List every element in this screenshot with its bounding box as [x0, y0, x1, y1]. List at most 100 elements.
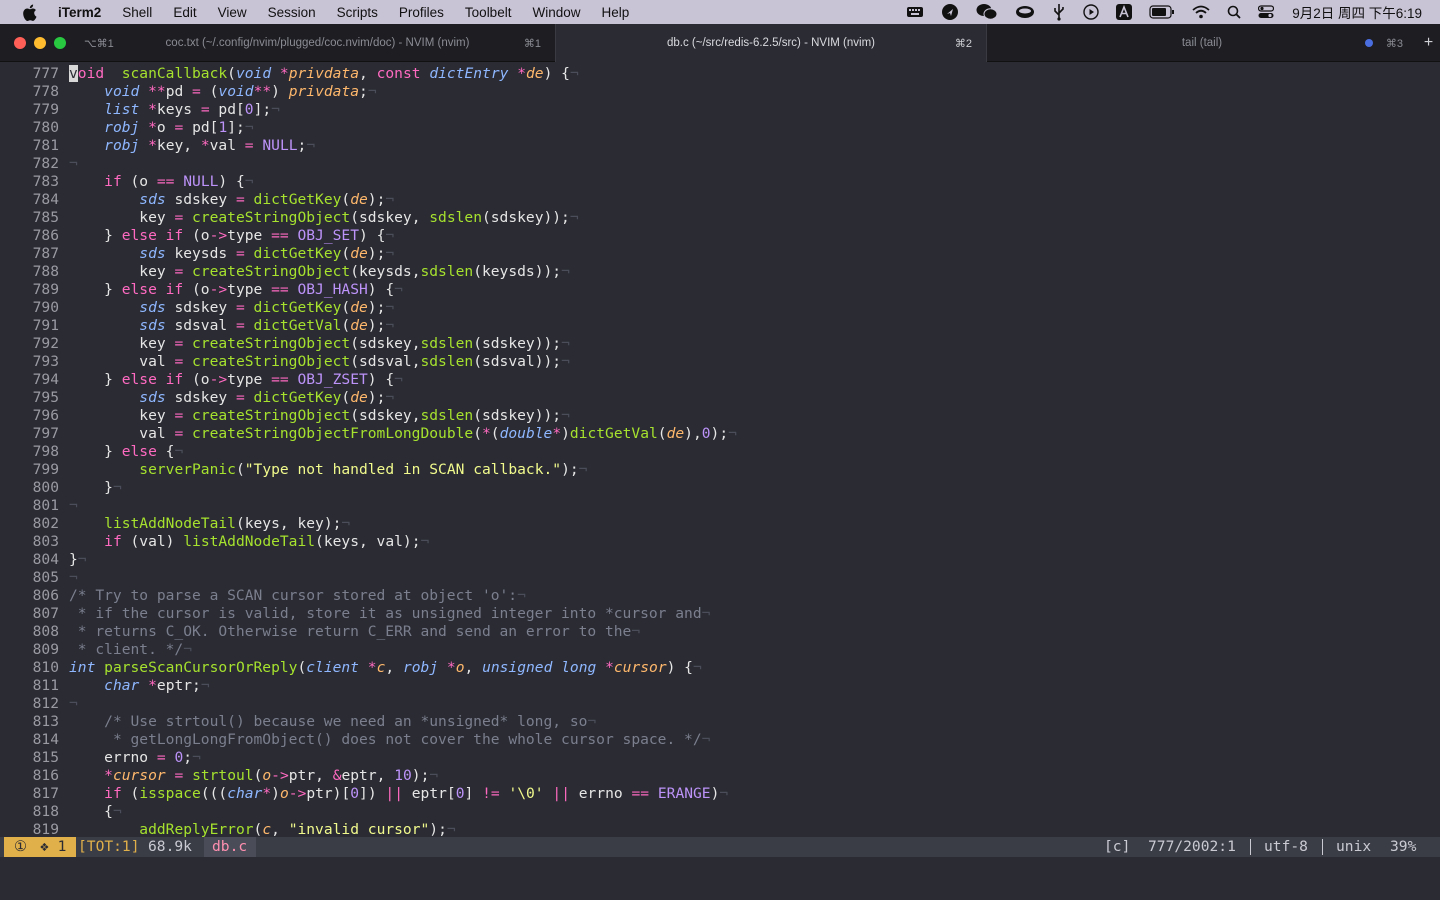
line-number: 782	[32, 155, 59, 172]
code-line[interactable]: 814 * getLongLongFromObject() does not c…	[0, 731, 1440, 749]
code-line[interactable]: 784 sds sdskey = dictGetKey(de);¬	[0, 191, 1440, 209]
code-line[interactable]: 786 } else if (o->type == OBJ_SET) {¬	[0, 227, 1440, 245]
menu-edit[interactable]: Edit	[173, 5, 196, 20]
code-line[interactable]: 794 } else if (o->type == OBJ_ZSET) {¬	[0, 371, 1440, 389]
eol-marker: ¬	[69, 695, 78, 712]
code-line[interactable]: 812 ¬	[0, 695, 1440, 713]
code-line[interactable]: 802 listAddNodeTail(keys, key);¬	[0, 515, 1440, 533]
code-line[interactable]: 796 key = createStringObject(sdskey,sdsl…	[0, 407, 1440, 425]
line-number: 795	[32, 389, 59, 406]
code-line[interactable]: 799 serverPanic("Type not handled in SCA…	[0, 461, 1440, 479]
code-line[interactable]: 782 ¬	[0, 155, 1440, 173]
code-line[interactable]: 788 key = createStringObject(keysds,sdsl…	[0, 263, 1440, 281]
code-line[interactable]: 800 }¬	[0, 479, 1440, 497]
code-line[interactable]: 793 val = createStringObject(sdsval,sdsl…	[0, 353, 1440, 371]
line-number: 816	[32, 767, 59, 784]
close-window-button[interactable]	[14, 37, 26, 49]
play-icon[interactable]	[1083, 4, 1099, 20]
menu-profiles[interactable]: Profiles	[399, 5, 444, 20]
code-line[interactable]: 804}¬	[0, 551, 1440, 569]
code-line[interactable]: 777 void scanCallback(void *privdata, con…	[0, 65, 1440, 83]
code-line[interactable]: 811 char *eptr;¬	[0, 677, 1440, 695]
wifi-icon[interactable]	[1192, 5, 1210, 19]
code-line[interactable]: 789 } else if (o->type == OBJ_HASH) {¬	[0, 281, 1440, 299]
eol-marker: ¬	[728, 425, 737, 442]
new-tab-button[interactable]: +	[1417, 24, 1440, 62]
code-line[interactable]: 801 ¬	[0, 497, 1440, 515]
code-line[interactable]: 785 key = createStringObject(sdskey, sds…	[0, 209, 1440, 227]
line-code: addReplyError(c, "invalid cursor");¬	[139, 821, 456, 837]
code-line[interactable]: 817 if (isspace(((char*)o->ptr)[0]) || e…	[0, 785, 1440, 803]
code-line[interactable]: 795 sds sdskey = dictGetKey(de);¬	[0, 389, 1440, 407]
usb-icon[interactable]	[1052, 3, 1066, 21]
code-line[interactable]: 815 errno = 0;¬	[0, 749, 1440, 767]
line-code: errno = 0;¬	[69, 749, 201, 766]
menu-help[interactable]: Help	[601, 5, 629, 20]
code-line[interactable]: 781 robj *key, *val = NULL;¬	[0, 137, 1440, 155]
code-line[interactable]: 813 /* Use strtoul() because we need an …	[0, 713, 1440, 731]
line-code: } else if (o->type == OBJ_ZSET) {¬	[69, 371, 403, 388]
code-line[interactable]: 806 /* Try to parse a SCAN cursor stored …	[0, 587, 1440, 605]
line-number: 808	[32, 623, 59, 640]
tab-title: tail (tail)	[1181, 37, 1223, 49]
code-line[interactable]: 798 } else {¬	[0, 443, 1440, 461]
code-line[interactable]: 816 *cursor = strtoul(o->ptr, &eptr, 10)…	[0, 767, 1440, 785]
keyboard-icon[interactable]	[906, 5, 924, 19]
eol-marker: ¬	[200, 677, 210, 694]
code-line[interactable]: 792 key = createStringObject(sdskey,sdsl…	[0, 335, 1440, 353]
code-line[interactable]: 797 val = createStringObjectFromLongDoub…	[0, 425, 1440, 443]
cloud-icon[interactable]	[1015, 4, 1035, 20]
arrow-circle-icon[interactable]	[941, 3, 959, 21]
apple-icon[interactable]	[22, 4, 40, 21]
menu-shell[interactable]: Shell	[122, 5, 152, 20]
search-icon[interactable]	[1227, 5, 1241, 19]
menu-clock[interactable]: 9月2日 周四 下午6:19	[1292, 2, 1422, 22]
minimize-window-button[interactable]	[34, 37, 46, 49]
eol-marker: ¬	[420, 533, 430, 550]
wechat-icon[interactable]	[976, 3, 998, 21]
code-line[interactable]: 803 if (val) listAddNodeTail(keys, val);…	[0, 533, 1440, 551]
menu-view[interactable]: View	[218, 5, 247, 20]
eol-marker: ¬	[341, 515, 351, 532]
tab-db-c[interactable]: db.c (~/src/redis-6.2.5/src) - NVIM (nvi…	[556, 24, 986, 62]
code-line[interactable]: 790 sds sdskey = dictGetKey(de);¬	[0, 299, 1440, 317]
line-code: /* Use strtoul() because we need an *uns…	[104, 713, 597, 730]
tab-coc-txt[interactable]: ⌥⌘1 coc.txt (~/.config/nvim/plugged/coc.…	[80, 24, 555, 62]
code-line[interactable]: 778 void **pd = (void**) privdata;¬	[0, 83, 1440, 101]
battery-icon[interactable]	[1149, 5, 1175, 19]
code-line[interactable]: 818 {¬	[0, 803, 1440, 821]
code-line[interactable]: 819 addReplyError(c, "invalid cursor");¬	[0, 821, 1440, 837]
code-line[interactable]: 810 int parseScanCursorOrReply(client *c,…	[0, 659, 1440, 677]
line-code: if (val) listAddNodeTail(keys, val);¬	[104, 533, 430, 550]
code-line[interactable]: 780 robj *o = pd[1];¬	[0, 119, 1440, 137]
scroll-percent: 39%	[1390, 838, 1417, 855]
code-line[interactable]: 807 * if the cursor is valid, store it a…	[0, 605, 1440, 623]
menu-app-name[interactable]: iTerm2	[58, 5, 101, 20]
input-source-a-icon[interactable]	[1116, 4, 1133, 20]
control-center-icon[interactable]	[1258, 5, 1275, 19]
menu-scripts[interactable]: Scripts	[337, 5, 378, 20]
line-number: 789	[32, 281, 59, 298]
line-code: } else if (o->type == OBJ_HASH) {¬	[69, 281, 403, 298]
code-line[interactable]: 805 ¬	[0, 569, 1440, 587]
zoom-window-button[interactable]	[54, 37, 66, 49]
code-line[interactable]: 808 * returns C_OK. Otherwise return C_E…	[0, 623, 1440, 641]
code-line[interactable]: 787 sds keysds = dictGetKey(de);¬	[0, 245, 1440, 263]
line-number: 802	[32, 515, 59, 532]
nvim-editor[interactable]: 777 void scanCallback(void *privdata, con…	[0, 63, 1440, 837]
eol-marker: ¬	[587, 713, 597, 730]
code-line[interactable]: 779 list *keys = pd[0];¬	[0, 101, 1440, 119]
menu-window[interactable]: Window	[532, 5, 580, 20]
code-line[interactable]: 809 * client. */¬	[0, 641, 1440, 659]
eol-marker: ¬	[631, 623, 641, 640]
eol-marker: ¬	[561, 263, 570, 280]
menu-session[interactable]: Session	[268, 5, 316, 20]
menu-toolbelt[interactable]: Toolbelt	[465, 5, 512, 20]
code-line[interactable]: 791 sds sdsval = dictGetVal(de);¬	[0, 317, 1440, 335]
code-line[interactable]: 783 if (o == NULL) {¬	[0, 173, 1440, 191]
line-number: 790	[32, 299, 59, 316]
tab-tail[interactable]: tail (tail) ⌘3	[987, 24, 1417, 62]
status-divider	[1322, 839, 1323, 855]
command-line[interactable]	[0, 857, 1440, 900]
line-number: 815	[32, 749, 59, 766]
